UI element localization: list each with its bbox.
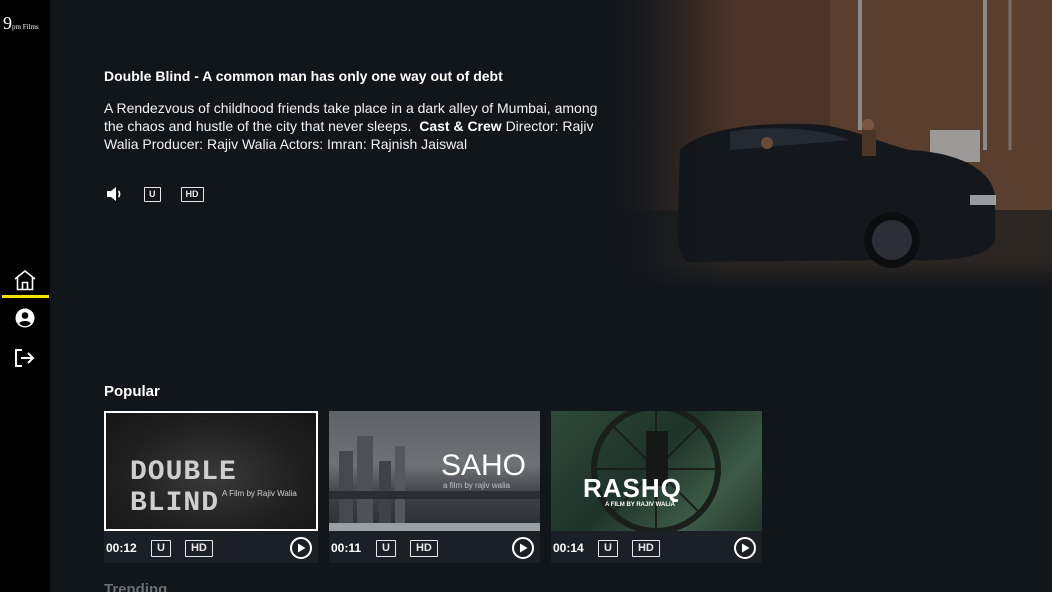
section-title-popular: Popular	[104, 383, 160, 400]
main-content: Double Blind - A common man has only one…	[50, 0, 1052, 592]
movie-card[interactable]: SAHO a film by rajiv walia 00:11 U HD	[329, 411, 540, 563]
hero-image	[610, 0, 1052, 290]
play-icon[interactable]	[290, 537, 312, 559]
movie-card[interactable]: DOUBLE BLIND A Film by Rajiv Walia 00:12…	[104, 411, 318, 563]
play-icon[interactable]	[734, 537, 756, 559]
hero-description: A Rendezvous of childhood friends take p…	[104, 100, 598, 152]
thumb-title: DOUBLE BLIND	[130, 457, 237, 519]
card-footer: 00:12 U HD	[106, 537, 312, 559]
duration: 00:12	[106, 541, 137, 555]
home-icon	[14, 270, 36, 291]
duration: 00:14	[553, 541, 584, 555]
card-footer: 00:11 U HD	[331, 537, 534, 559]
user-circle-icon	[15, 308, 35, 328]
movie-thumbnail: DOUBLE BLIND A Film by Rajiv Walia	[104, 411, 318, 531]
rating-badge: U	[151, 539, 171, 557]
popular-row: DOUBLE BLIND A Film by Rajiv Walia 00:12…	[104, 411, 762, 563]
thumb-subtitle: A FILM BY RAJIV WALIA	[605, 502, 676, 508]
thumb-subtitle: A Film by Rajiv Walia	[222, 489, 297, 498]
hd-badge: HD	[180, 186, 204, 202]
movie-thumbnail: RASHQ A FILM BY RAJIV WALIA	[551, 411, 762, 531]
thumb-subtitle: a film by rajiv walia	[443, 481, 511, 490]
logout-icon	[15, 349, 35, 367]
duration: 00:11	[331, 541, 362, 555]
rating-badge: U	[598, 539, 618, 557]
brand-logo: 9pm Films	[3, 13, 39, 33]
sidebar: 9pm Films	[0, 0, 50, 592]
movie-card[interactable]: RASHQ A FILM BY RAJIV WALIA 00:14 U HD	[551, 411, 762, 563]
hero-title: Double Blind - A common man has only one…	[104, 68, 503, 84]
rating-badge: U	[144, 186, 161, 202]
sidebar-item-home[interactable]	[0, 265, 50, 298]
cast-label: Cast & Crew	[419, 118, 502, 134]
sidebar-item-logout[interactable]	[0, 343, 50, 373]
card-footer: 00:14 U HD	[553, 537, 756, 559]
hero-badges: U HD	[106, 186, 204, 202]
thumb-title: RASHQ	[583, 473, 682, 503]
thumb-title: SAHO	[441, 449, 527, 482]
play-icon[interactable]	[512, 537, 534, 559]
hd-badge: HD	[631, 539, 660, 557]
sidebar-item-profile[interactable]	[0, 303, 50, 333]
rating-badge: U	[376, 539, 396, 557]
volume-icon[interactable]	[106, 186, 124, 202]
hd-badge: HD	[409, 539, 438, 557]
hd-badge: HD	[184, 539, 213, 557]
section-title-trending: Trending	[104, 581, 168, 592]
movie-thumbnail: SAHO a film by rajiv walia	[329, 411, 540, 531]
